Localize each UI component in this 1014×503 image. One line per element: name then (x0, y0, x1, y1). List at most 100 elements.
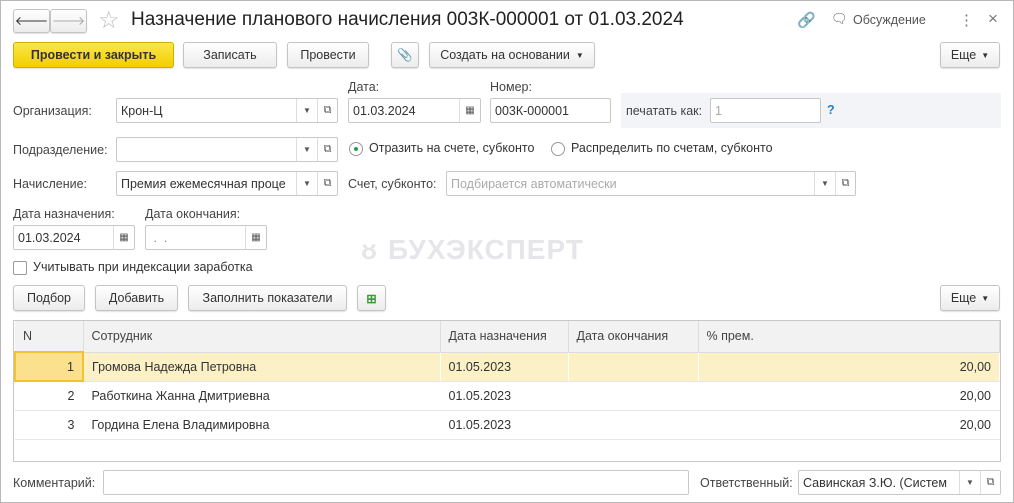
create-based-on-button[interactable]: Создать на основании ▼ (429, 42, 595, 68)
end-date-value: . . (150, 230, 168, 245)
account-placeholder: Подбирается автоматически (451, 176, 617, 191)
dropdown-icon[interactable]: ▼ (814, 172, 835, 195)
add-table-icon[interactable]: ⊞ (357, 285, 386, 311)
cell-start-date[interactable]: 01.05.2023 (440, 410, 569, 440)
dropdown-icon[interactable]: ▼ (296, 172, 317, 195)
table-row[interactable]: 1 Громова Надежда Петровна 01.05.2023 20,00 (14, 351, 1000, 382)
pick-button[interactable]: Подбор (13, 285, 85, 311)
cell-end-date[interactable] (568, 381, 699, 411)
accrual-select[interactable]: Премия ежемесячная проце ▼ ⧉ (116, 171, 338, 196)
cell-bonus-percent[interactable]: 20,00 (698, 381, 1000, 411)
create-based-on-label: Создать на основании (440, 48, 570, 62)
calendar-icon[interactable]: ▦ (459, 99, 480, 122)
table-row[interactable]: 2 Работкина Жанна Дмитриевна 01.05.2023 20,… (15, 381, 1000, 411)
open-icon[interactable]: ⧉ (317, 99, 337, 122)
page-title: Назначение планового начисления 003К-000… (131, 9, 684, 30)
more-label: Еще (950, 48, 977, 62)
cell-employee[interactable]: Работкина Жанна Дмитриевна (83, 381, 441, 411)
radio-reflect-on-account[interactable]: Отразить на счете, субконто (349, 141, 534, 156)
end-date-label: Дата окончания: (145, 207, 241, 221)
radio-reflect-label: Отразить на счете, субконто (369, 141, 535, 155)
col-header-bonus-percent[interactable]: % прем. (698, 321, 1000, 353)
cell-n[interactable]: 2 (15, 381, 84, 411)
more-button[interactable]: Еще ▼ (940, 42, 1000, 68)
chevron-down-icon: ▼ (575, 50, 584, 60)
cell-end-date[interactable] (568, 352, 699, 382)
calendar-icon[interactable]: ▦ (245, 226, 266, 249)
cell-bonus-percent[interactable]: 20,00 (698, 410, 1000, 440)
fill-indicators-button[interactable]: Заполнить показатели (188, 285, 347, 311)
watermark-text: БУХЭКСПЕРТ (388, 234, 584, 265)
account-label: Счет, субконто: (348, 177, 437, 191)
division-label: Подразделение: (13, 143, 108, 157)
col-header-end-date[interactable]: Дата окончания (568, 321, 699, 353)
print-as-label: печатать как: (626, 104, 703, 118)
accrual-label: Начисление: (13, 177, 88, 191)
calendar-icon[interactable]: ▦ (113, 226, 134, 249)
help-link[interactable]: ? (827, 103, 835, 117)
close-icon[interactable]: × (988, 9, 998, 29)
number-input[interactable]: 003К-000001 (490, 98, 611, 123)
col-header-employee[interactable]: Сотрудник (83, 321, 441, 353)
dropdown-icon[interactable]: ▼ (959, 471, 980, 494)
open-icon[interactable]: ⧉ (317, 172, 337, 195)
account-select[interactable]: Подбирается автоматически ▼ ⧉ (446, 171, 856, 196)
arrow-left-icon: 🡐 (14, 13, 49, 28)
employees-table: N Сотрудник Дата назначения Дата окончан… (13, 320, 1001, 462)
comment-label: Комментарий: (13, 476, 96, 490)
dropdown-icon[interactable]: ▼ (296, 99, 317, 122)
cell-bonus-percent[interactable]: 20,00 (698, 352, 1000, 382)
date-label: Дата: (348, 80, 380, 94)
paperclip-icon: 📎 (397, 47, 413, 62)
post-button[interactable]: Провести (287, 42, 369, 68)
open-icon[interactable]: ⧉ (980, 471, 1000, 494)
comment-input[interactable] (103, 470, 689, 495)
dropdown-icon[interactable]: ▼ (296, 138, 317, 161)
date-input[interactable]: 01.03.2024 ▦ (348, 98, 481, 123)
responsible-select[interactable]: Савинская З.Ю. (Систем ▼ ⧉ (798, 470, 1001, 495)
start-date-value: 01.03.2024 (18, 230, 81, 245)
start-date-input[interactable]: 01.03.2024 ▦ (13, 225, 135, 250)
cell-n[interactable]: 1 (14, 351, 84, 382)
col-header-start-date[interactable]: Дата назначения (440, 321, 569, 353)
date-value: 01.03.2024 (353, 103, 416, 118)
post-and-close-button[interactable]: Провести и закрыть (13, 42, 174, 68)
print-as-value: 1 (715, 103, 722, 118)
cell-employee[interactable]: Громова Надежда Петровна (83, 352, 441, 382)
document-window: 🡐 🡒 ☆ Назначение планового начисления 00… (0, 0, 1014, 503)
cell-start-date[interactable]: 01.05.2023 (440, 381, 569, 411)
print-as-input[interactable]: 1 (710, 98, 821, 123)
watermark-logo: ᴕ БУХЭКСПЕРТ (361, 234, 584, 265)
radio-unchecked-icon (551, 141, 565, 156)
forward-button[interactable]: 🡒 (50, 9, 87, 33)
star-icon[interactable]: ☆ (98, 6, 120, 35)
save-button[interactable]: Записать (183, 42, 277, 68)
radio-checked-icon (349, 141, 363, 156)
organization-select[interactable]: Крон-Ц ▼ ⧉ (116, 98, 338, 123)
cell-start-date[interactable]: 01.05.2023 (440, 352, 569, 382)
back-button[interactable]: 🡐 (13, 9, 50, 33)
table-row[interactable]: 3 Гордина Елена Владимировна 01.05.2023 20,… (15, 410, 1000, 440)
discussion-icon[interactable]: 🗨 (831, 11, 848, 27)
open-icon[interactable]: ⧉ (835, 172, 855, 195)
indexation-checkbox[interactable]: Учитывать при индексации заработка (13, 260, 253, 275)
end-date-input[interactable]: . . ▦ (145, 225, 267, 250)
cell-end-date[interactable] (568, 410, 699, 440)
attach-button[interactable]: 📎 (391, 42, 419, 68)
accrual-value: Премия ежемесячная проце (121, 176, 286, 191)
organization-label: Организация: (13, 104, 92, 118)
cell-n[interactable]: 3 (15, 410, 84, 440)
link-icon[interactable]: 🔗 (797, 11, 816, 29)
more-actions-icon[interactable]: ⋮ (959, 11, 974, 29)
radio-distribute-accounts[interactable]: Распределить по счетам, субконто (551, 141, 773, 156)
cell-employee[interactable]: Гордина Елена Владимировна (83, 410, 441, 440)
add-button[interactable]: Добавить (95, 285, 178, 311)
organization-value: Крон-Ц (121, 103, 163, 118)
table-more-button[interactable]: Еще ▼ (940, 285, 1000, 311)
open-icon[interactable]: ⧉ (317, 138, 337, 161)
col-header-n[interactable]: N (15, 321, 84, 353)
start-date-label: Дата назначения: (13, 207, 115, 221)
discussion-button[interactable]: Обсуждение (853, 13, 926, 27)
division-select[interactable]: ▼ ⧉ (116, 137, 338, 162)
responsible-label: Ответственный: (700, 476, 793, 490)
